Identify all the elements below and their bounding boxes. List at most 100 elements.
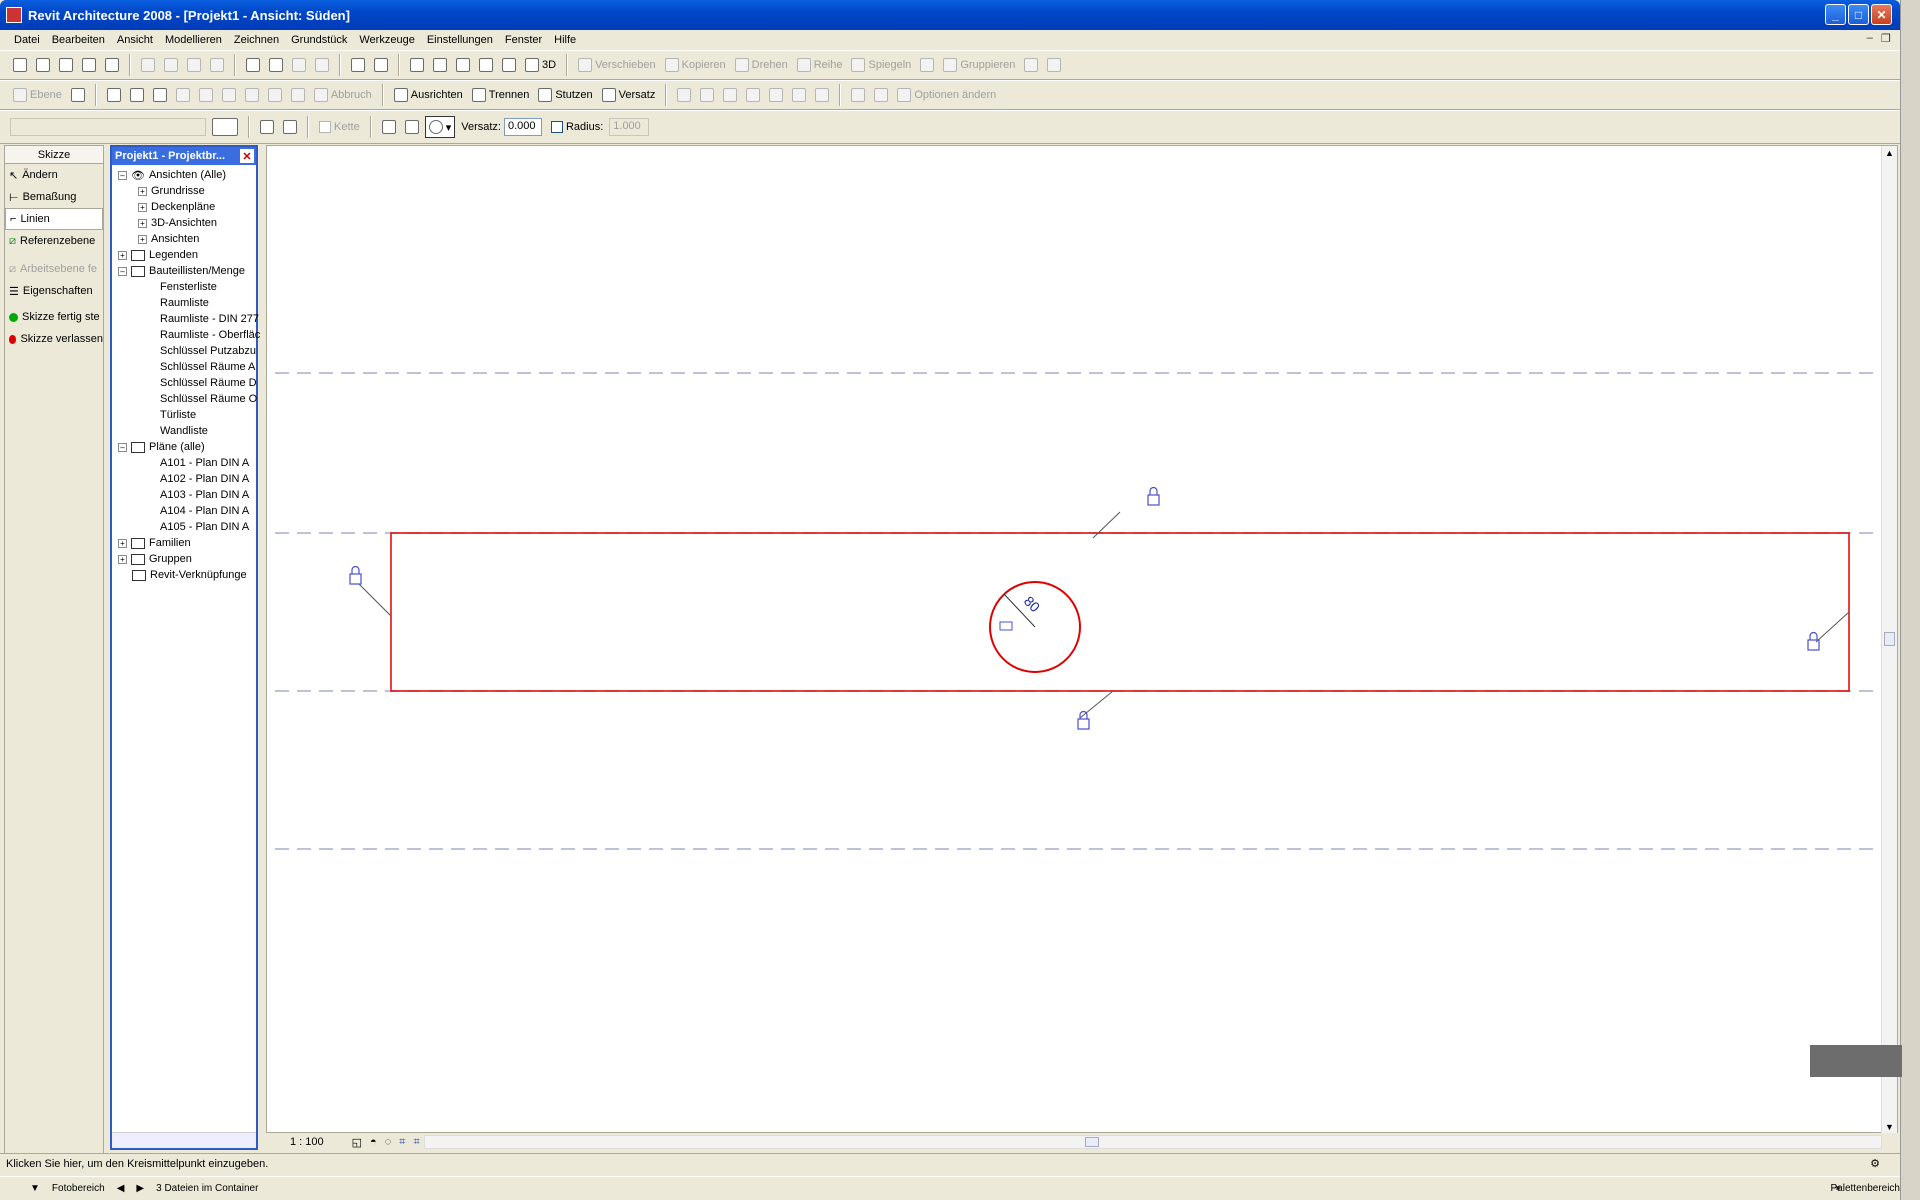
split-button[interactable]: Trennen xyxy=(469,84,533,106)
menu-einstellungen[interactable]: Einstellungen xyxy=(421,34,499,46)
measure-button[interactable] xyxy=(348,54,368,76)
unpin-button[interactable] xyxy=(1044,54,1064,76)
split-face-button[interactable] xyxy=(265,84,285,106)
scale-selector[interactable]: 1 : 100 xyxy=(290,1136,324,1148)
expand-icon[interactable]: + xyxy=(138,234,147,244)
cut-button[interactable] xyxy=(138,54,158,76)
close-icon[interactable]: ✕ xyxy=(240,149,254,163)
expand-icon[interactable]: + xyxy=(138,186,147,196)
tray-prev-icon[interactable]: ◀ xyxy=(117,1183,125,1194)
save-button[interactable] xyxy=(56,54,76,76)
radius-input[interactable]: 1.000 xyxy=(609,118,650,136)
move-button[interactable]: Verschieben xyxy=(575,54,659,76)
tray-menu-icon[interactable]: ▼ xyxy=(30,1183,40,1194)
delete-button[interactable] xyxy=(207,54,227,76)
dimension-tool-button[interactable] xyxy=(127,84,147,106)
lock-icon[interactable] xyxy=(1077,710,1090,730)
tree-item[interactable]: A104 - Plan DIN A xyxy=(160,503,249,519)
zoom-dropdown[interactable] xyxy=(453,54,473,76)
properties-tool[interactable]: ☰ Eigenschaften xyxy=(5,280,103,302)
paint-button[interactable] xyxy=(242,84,262,106)
lines-tool[interactable]: ⌐ Linien xyxy=(5,208,103,230)
type-properties-button[interactable] xyxy=(209,116,241,138)
menu-hilfe[interactable]: Hilfe xyxy=(548,34,582,46)
tree-item[interactable]: – Bauteillisten/Menge xyxy=(118,263,245,279)
tree-item[interactable]: + Legenden xyxy=(118,247,198,263)
expand-icon[interactable]: + xyxy=(118,554,127,564)
eyedropper-button[interactable] xyxy=(150,84,170,106)
canvas-horizontal-scrollbar[interactable] xyxy=(424,1135,1882,1149)
worksets-icon[interactable]: ⚙ xyxy=(1870,1157,1880,1170)
menu-zeichnen[interactable]: Zeichnen xyxy=(228,34,285,46)
lock-icon[interactable] xyxy=(1147,486,1160,506)
undo-dropdown[interactable] xyxy=(266,54,286,76)
abort-button[interactable]: Abbruch xyxy=(311,84,375,106)
expand-icon[interactable]: + xyxy=(138,218,147,228)
array-button[interactable]: Reihe xyxy=(794,54,846,76)
expand-icon[interactable]: + xyxy=(118,250,127,260)
menu-werkzeuge[interactable]: Werkzeuge xyxy=(353,34,420,46)
expand-icon[interactable]: + xyxy=(138,202,147,212)
pick-mode-button[interactable] xyxy=(280,116,300,138)
tree-item[interactable]: Raumliste xyxy=(160,295,209,311)
design-options-b-button[interactable] xyxy=(871,84,891,106)
drawing-canvas[interactable]: 80 ▲ ▼ xyxy=(266,145,1898,1134)
collapse-icon[interactable]: – xyxy=(118,170,127,180)
design-bar-header[interactable]: Skizze xyxy=(5,146,103,164)
show-crop-icon[interactable]: ⌗ xyxy=(413,1136,419,1149)
save-all-button[interactable] xyxy=(79,54,99,76)
cut-geometry-button[interactable] xyxy=(196,84,216,106)
menu-ansicht[interactable]: Ansicht xyxy=(111,34,159,46)
scroll-up-icon[interactable]: ▲ xyxy=(1885,148,1894,158)
workplane-tool[interactable]: ⧄ Arbeitsebene fe xyxy=(5,258,103,280)
tray-next-icon[interactable]: ▶ xyxy=(136,1183,144,1194)
trim-button[interactable]: Stutzen xyxy=(535,84,595,106)
cut-clipboard-button[interactable] xyxy=(720,84,740,106)
tree-item[interactable]: A105 - Plan DIN A xyxy=(160,519,249,535)
open-button[interactable] xyxy=(33,54,53,76)
window-titlebar[interactable]: Revit Architecture 2008 - [Projekt1 - An… xyxy=(0,0,1900,30)
paste-aligned-button[interactable] xyxy=(697,84,717,106)
shading-button[interactable] xyxy=(499,54,519,76)
linework-button[interactable] xyxy=(789,84,809,106)
hscroll-thumb[interactable] xyxy=(1085,1137,1099,1147)
line-shape-button[interactable] xyxy=(379,116,399,138)
circle-shape-button[interactable]: ▾ xyxy=(424,116,456,138)
tree-item[interactable]: + Gruppen xyxy=(118,551,192,567)
tree-item[interactable]: Schlüssel Räume D xyxy=(160,375,257,391)
rotate-button[interactable]: Drehen xyxy=(732,54,791,76)
tree-item[interactable]: Schlüssel Putzabzu xyxy=(160,343,256,359)
copy-clipboard-button[interactable] xyxy=(674,84,694,106)
tree-item[interactable]: Wandliste xyxy=(160,423,208,439)
maximize-button[interactable]: □ xyxy=(1848,4,1869,25)
menu-fenster[interactable]: Fenster xyxy=(499,34,548,46)
visibility-button[interactable] xyxy=(407,54,427,76)
project-browser-header[interactable]: Projekt1 - Projektbr... ✕ xyxy=(112,147,256,165)
tree-item[interactable]: – 👁 Ansichten (Alle) xyxy=(118,167,226,183)
resize-button[interactable] xyxy=(917,54,937,76)
grid-button[interactable] xyxy=(68,84,88,106)
join-button[interactable] xyxy=(173,84,193,106)
paste-button[interactable] xyxy=(184,54,204,76)
browser-horizontal-scrollbar[interactable] xyxy=(112,1132,256,1148)
tree-item[interactable]: Raumliste - DIN 277 xyxy=(160,311,259,327)
expand-icon[interactable]: + xyxy=(118,538,127,548)
mirror-button[interactable]: Spiegeln xyxy=(848,54,914,76)
tree-item[interactable]: A103 - Plan DIN A xyxy=(160,487,249,503)
palette-area-label[interactable]: Palettenbereich xyxy=(1831,1183,1901,1194)
group-button[interactable]: Gruppieren xyxy=(940,54,1018,76)
three-d-button[interactable]: 3D xyxy=(522,54,559,76)
dimension-tool[interactable]: ⊢ Bemaßung xyxy=(5,186,103,208)
tree-item[interactable]: Raumliste - Oberfläc xyxy=(160,327,260,343)
chain-checkbox[interactable]: Kette xyxy=(316,116,363,138)
help-button[interactable] xyxy=(371,54,391,76)
level-button[interactable]: Ebene xyxy=(10,84,65,106)
mdi-minimize-icon[interactable]: – xyxy=(1867,32,1873,45)
thin-lines-button[interactable] xyxy=(476,54,496,76)
align-button[interactable]: Ausrichten xyxy=(391,84,466,106)
shape-dropdown-icon[interactable]: ▾ xyxy=(446,121,452,134)
tree-item[interactable]: Schlüssel Räume A xyxy=(160,359,255,375)
shadows-icon[interactable]: ◌ xyxy=(385,1136,392,1148)
collapse-icon[interactable]: – xyxy=(118,266,127,276)
tree-item[interactable]: A101 - Plan DIN A xyxy=(160,455,249,471)
